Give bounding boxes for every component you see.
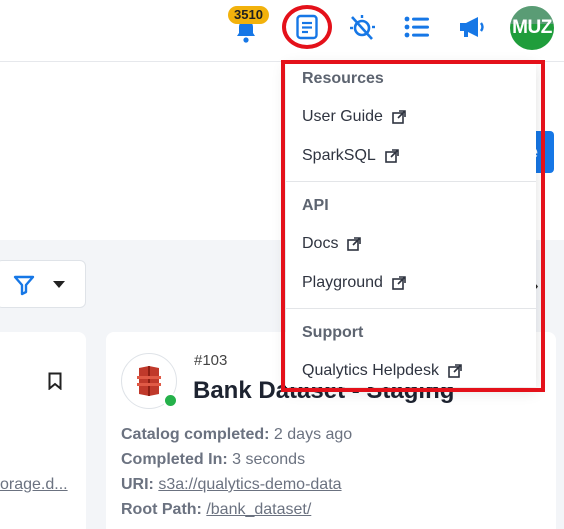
uri-row: URI: s3a://qualytics-demo-data [121,476,342,494]
caret-down-icon [53,281,65,288]
megaphone-icon [460,17,484,37]
completed-in-row: Completed In: 3 seconds [121,451,305,469]
notification-count-badge: 3510 [228,6,269,24]
list-button[interactable] [402,12,432,42]
root-path-row: Root Path: /bank_dataset/ [121,501,311,519]
uri-label: URI: [121,476,154,493]
completed-in-label: Completed In: [121,451,228,468]
completed-in-value: 3 seconds [232,451,306,468]
status-online-dot [163,393,178,408]
bookmark-icon[interactable] [48,372,62,390]
filter-icon [13,275,35,296]
list-icon [404,16,429,38]
uri-link[interactable]: s3a://qualytics-demo-data [158,476,341,493]
resources-button-highlight-ring [282,5,332,49]
dataset-number: #103 [194,352,228,369]
theme-toggle-button[interactable] [346,12,378,42]
avatar-initials: MUZ [512,17,552,38]
root-path-link[interactable]: /bank_dataset/ [206,501,311,518]
catalog-completed-row: Catalog completed: 2 days ago [121,426,352,444]
announcements-button[interactable] [456,12,488,42]
catalog-completed-value: 2 days ago [273,426,353,443]
user-avatar[interactable]: MUZ [510,6,554,50]
uri-link-fragment[interactable]: orage.d... [0,476,68,494]
s3-bucket-icon [137,366,161,396]
catalog-completed-label: Catalog completed: [121,426,270,443]
dataset-card-left[interactable]: orage.d... [0,332,86,529]
dropdown-highlight-box [281,60,545,392]
filter-dropdown[interactable] [0,260,86,308]
root-path-label: Root Path: [121,501,202,518]
theme-toggle-icon [350,15,375,40]
